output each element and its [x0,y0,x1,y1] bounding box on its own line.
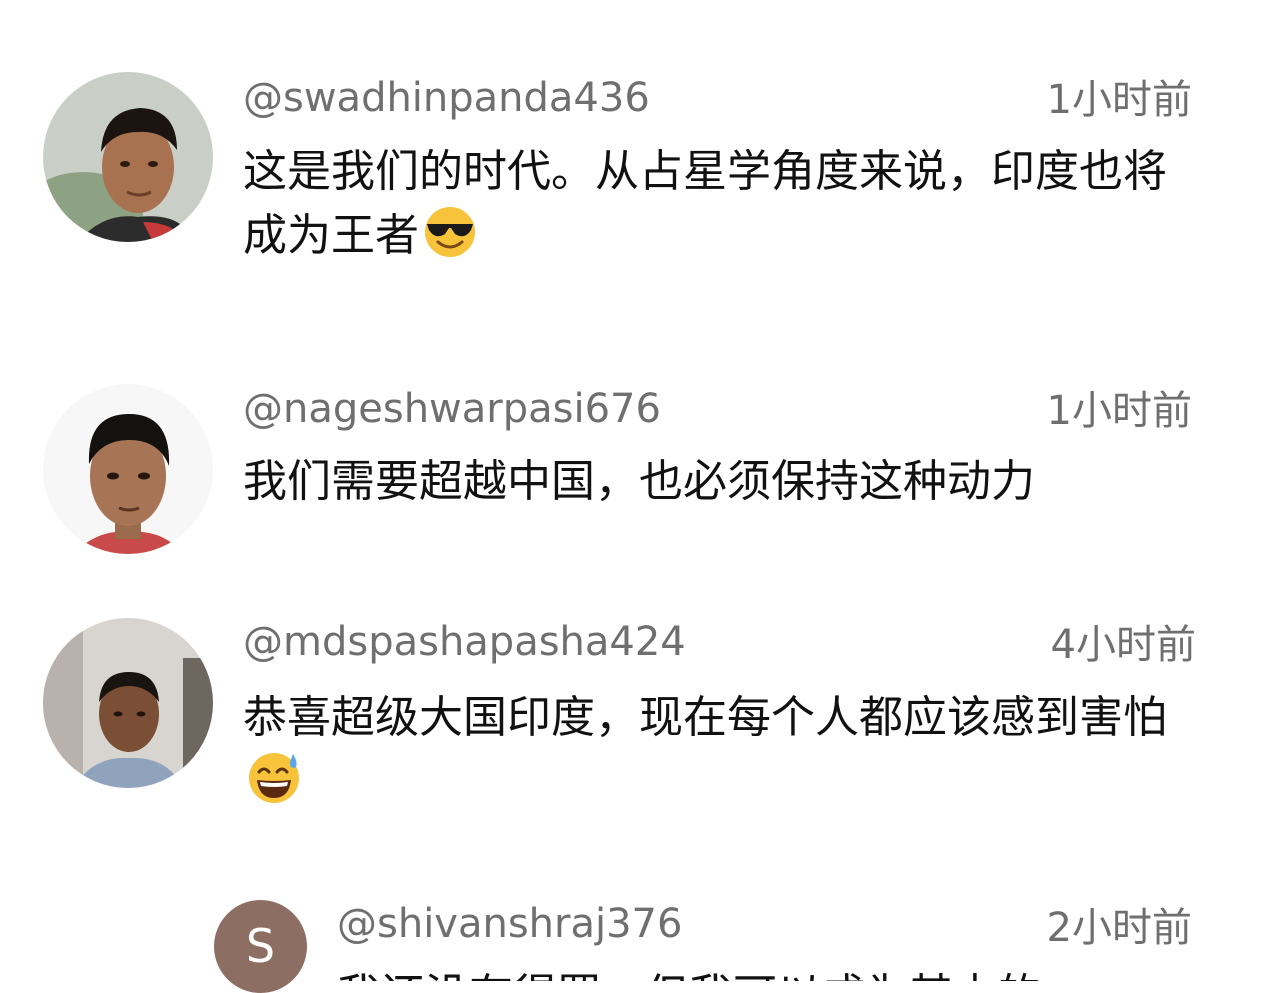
comment-timestamp: 1小时前 [1046,77,1192,123]
grinning-face-with-sweat-icon [245,752,303,822]
comment-text: 这是我们的时代。从占星学角度来说，印度也将成为王者 [243,140,1203,276]
comment-text: 我们需要超越中国，也必须保持这种动力 [243,450,1203,514]
avatar[interactable] [43,72,213,242]
avatar-letter: S [245,919,276,973]
comment-text: 恭喜超级大国印度，现在每个人都应该感到害怕 [243,686,1203,822]
comment-text-content: 我们需要超越中国，也必须保持这种动力 [243,456,1035,507]
comment-text-content: 我还没有得罪，但我可以成为其中的 [337,970,1041,981]
comment-timestamp: 2小时前 [1046,905,1192,951]
comment-item: @mdspashapasha424 4小时前 恭喜超级大国印度，现在每个人都应该… [0,600,1280,860]
comment-text-content: 恭喜超级大国印度，现在每个人都应该感到害怕 [243,692,1167,743]
avatar[interactable] [43,384,213,554]
comment-text-content: 这是我们的时代。从占星学角度来说，印度也将成为王者 [243,146,1167,261]
comment-timestamp: 1小时前 [1046,388,1192,434]
comment-username[interactable]: @swadhinpanda436 [243,74,650,122]
comment-item: @swadhinpanda436 1小时前 这是我们的时代。从占星学角度来说，印… [0,0,1280,300]
comment-text: 我还没有得罪，但我可以成为其中的 [337,964,1197,981]
comment-username[interactable]: @shivanshraj376 [337,900,682,948]
avatar[interactable] [43,618,213,788]
comment-item: S @shivanshraj376 2小时前 我还没有得罪，但我可以成为其中的 [0,880,1280,993]
comment-item: @nageshwarpasi676 1小时前 我们需要超越中国，也必须保持这种动… [0,320,1280,580]
comment-username[interactable]: @nageshwarpasi676 [243,385,661,433]
comment-username[interactable]: @mdspashapasha424 [243,618,686,666]
avatar[interactable]: S [214,900,307,993]
comment-timestamp: 4小时前 [1050,622,1196,668]
smiling-face-with-sunglasses-icon [421,206,479,276]
